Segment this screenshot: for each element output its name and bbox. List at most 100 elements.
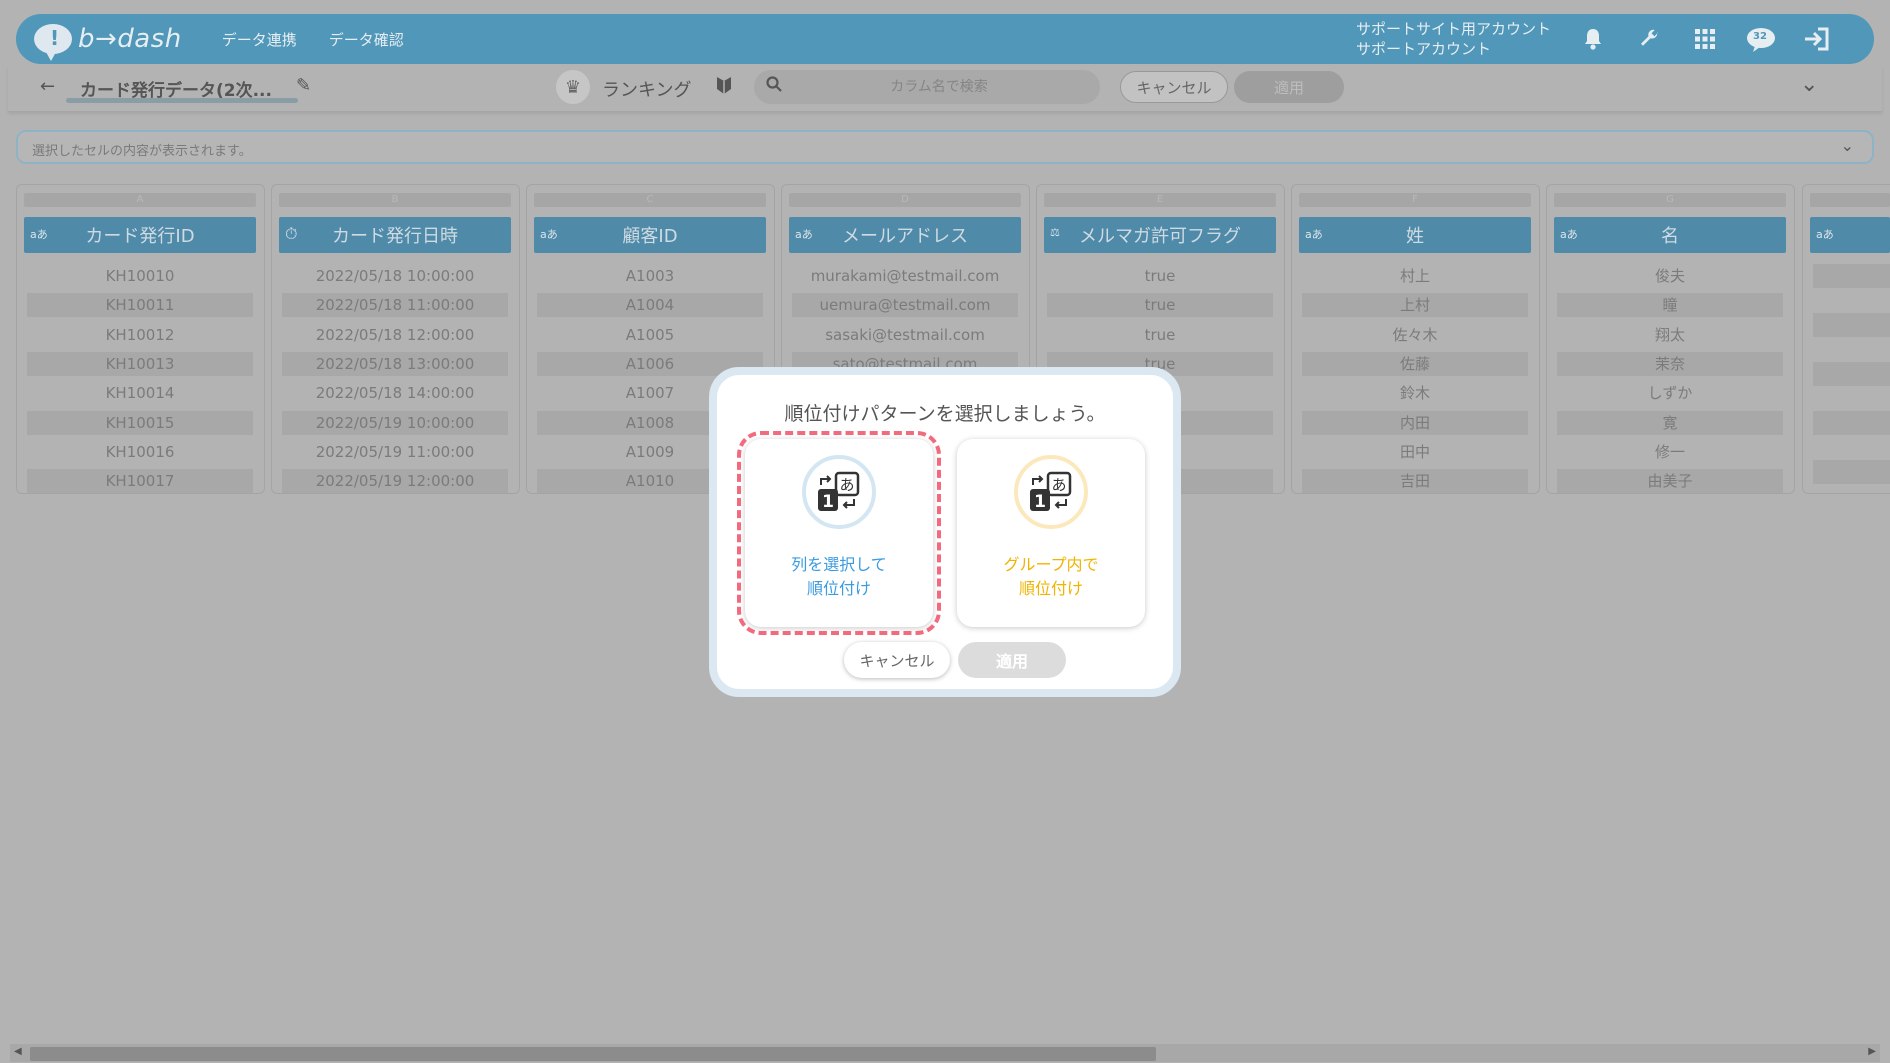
option-rank-within-group[interactable]: あ 1 グループ内で 順位付け	[957, 439, 1145, 627]
rank-sort-icon: あ 1	[1014, 455, 1088, 529]
column-letter[interactable]: G	[1554, 193, 1786, 207]
column-header[interactable]: aあ 顧客ID	[534, 217, 766, 253]
table-cell[interactable]: KH10015	[27, 411, 253, 435]
chat-icon[interactable]: 32	[1744, 25, 1778, 53]
column-letter[interactable]: C	[534, 193, 766, 207]
option-label-line1: グループ内で	[1003, 555, 1099, 574]
table-cell[interactable]: KH10016	[27, 440, 253, 464]
grid-apps-icon[interactable]	[1690, 25, 1720, 53]
table-cell[interactable]: A1005	[537, 323, 763, 347]
table-cell[interactable]: 由美子	[1557, 469, 1783, 493]
column-search[interactable]	[754, 70, 1100, 104]
table-cell[interactable]: 上村	[1302, 293, 1528, 317]
table-cell[interactable]: 村上	[1302, 264, 1528, 288]
pencil-edit-icon[interactable]: ✎	[296, 75, 311, 96]
nav-data-integration[interactable]: データ連携	[222, 29, 297, 50]
title-underline	[66, 98, 298, 103]
horizontal-scrollbar[interactable]: ◀ ▶	[10, 1044, 1880, 1062]
table-cell[interactable]: 2022/05/19 10:00:00	[282, 411, 508, 435]
search-icon	[766, 76, 782, 97]
logout-icon[interactable]	[1802, 25, 1832, 53]
table-cell[interactable]: 田中	[1302, 440, 1528, 464]
table-cell[interactable]: しずか	[1557, 381, 1783, 405]
table-cell[interactable]: A1004	[537, 293, 763, 317]
column-letter[interactable]: A	[24, 193, 256, 207]
scrollbar-thumb[interactable]	[30, 1047, 1156, 1061]
search-input[interactable]	[794, 74, 1084, 100]
table-cell[interactable]	[1813, 362, 1890, 386]
modal-cancel-button[interactable]: キャンセル	[844, 642, 950, 678]
table-cell[interactable]: 鈴木	[1302, 381, 1528, 405]
ranking-pattern-modal: 順位付けパターンを選択しましょう。 あ 1 列を選択して 順位付け あ 1 グル…	[709, 367, 1181, 697]
table-cell[interactable]: true	[1047, 264, 1273, 288]
nav-data-check[interactable]: データ確認	[329, 29, 404, 50]
table-cell[interactable]: murakami@testmail.com	[792, 264, 1018, 288]
column-header[interactable]: aあ 名	[1554, 217, 1786, 253]
table-cell[interactable]: KH10013	[27, 352, 253, 376]
text-type-icon: aあ	[795, 228, 813, 241]
table-cell[interactable]: 2022/05/18 10:00:00	[282, 264, 508, 288]
option-label-line2: 順位付け	[806, 579, 871, 598]
column-header[interactable]: aあ 姓	[1299, 217, 1531, 253]
column-header[interactable]: aあ	[1810, 217, 1890, 253]
svg-text:あ: あ	[839, 476, 854, 494]
toolbar-cancel-button[interactable]: キャンセル	[1120, 71, 1228, 103]
table-cell[interactable]	[1813, 411, 1890, 435]
table-cell[interactable]: 修一	[1557, 440, 1783, 464]
scroll-right-icon[interactable]: ▶	[1868, 1046, 1876, 1057]
scroll-left-icon[interactable]: ◀	[14, 1046, 22, 1057]
table-cell[interactable]: true	[1047, 323, 1273, 347]
logo[interactable]: ! b→dash	[34, 24, 182, 61]
account-info[interactable]: サポートサイト用アカウント サポートアカウント	[1356, 19, 1551, 59]
column-letter[interactable]: E	[1044, 193, 1276, 207]
table-cell[interactable]: true	[1047, 293, 1273, 317]
table-cell[interactable]: 佐藤	[1302, 352, 1528, 376]
table-cell[interactable]: 寛	[1557, 411, 1783, 435]
table-cell[interactable]	[1813, 313, 1890, 337]
column-letter[interactable]: B	[279, 193, 511, 207]
table-cell[interactable]: 2022/05/18 11:00:00	[282, 293, 508, 317]
table-cell[interactable]: 2022/05/18 12:00:00	[282, 323, 508, 347]
table-cell[interactable]: 内田	[1302, 411, 1528, 435]
table-cell[interactable]: 2022/05/19 11:00:00	[282, 440, 508, 464]
column-b: B ⏱ カード発行日時 2022/05/18 10:00:00 2022/05/18 1…	[271, 184, 520, 494]
table-cell[interactable]: 茉奈	[1557, 352, 1783, 376]
toolbar-apply-button[interactable]: 適用	[1234, 71, 1344, 103]
table-cell[interactable]: sasaki@testmail.com	[792, 323, 1018, 347]
table-cell[interactable]: KH10017	[27, 469, 253, 493]
table-cell[interactable]: 2022/05/18 14:00:00	[282, 381, 508, 405]
table-cell[interactable]: 吉田	[1302, 469, 1528, 493]
table-cell[interactable]: KH10011	[27, 293, 253, 317]
column-header[interactable]: ⏱ カード発行日時	[279, 217, 511, 253]
cell-content-bar[interactable]: 選択したセルの内容が表示されます。 ⌄	[16, 130, 1874, 164]
bell-icon[interactable]	[1578, 25, 1608, 53]
table-cell[interactable]: 佐々木	[1302, 323, 1528, 347]
option-rank-by-column[interactable]: あ 1 列を選択して 順位付け	[737, 431, 941, 635]
wrench-icon[interactable]	[1634, 25, 1664, 53]
beginner-mark-icon[interactable]	[716, 75, 732, 100]
table-cell[interactable]: uemura@testmail.com	[792, 293, 1018, 317]
table-cell[interactable]: 俊夫	[1557, 264, 1783, 288]
text-type-icon: aあ	[1560, 228, 1578, 241]
table-cell[interactable]: 2022/05/19 12:00:00	[282, 469, 508, 493]
back-arrow-icon[interactable]: ←	[40, 76, 55, 97]
column-header[interactable]: ⚖ メルマガ許可フラグ	[1044, 217, 1276, 253]
table-cell[interactable]: KH10012	[27, 323, 253, 347]
table-cell[interactable]	[1813, 264, 1890, 288]
table-cell[interactable]: 瞳	[1557, 293, 1783, 317]
table-cell[interactable]: KH10014	[27, 381, 253, 405]
column-letter[interactable]: D	[789, 193, 1021, 207]
column-header[interactable]: aあ メールアドレス	[789, 217, 1021, 253]
column-letter[interactable]: F	[1299, 193, 1531, 207]
text-type-icon: aあ	[1816, 228, 1834, 241]
modal-apply-button[interactable]: 適用	[958, 642, 1066, 678]
logo-text: b→dash	[78, 24, 182, 54]
column-header[interactable]: aあ カード発行ID	[24, 217, 256, 253]
table-cell[interactable]: 2022/05/18 13:00:00	[282, 352, 508, 376]
expand-chevron-icon[interactable]: ⌄	[1841, 136, 1854, 155]
table-cell[interactable]: A1003	[537, 264, 763, 288]
table-cell[interactable]: 翔太	[1557, 323, 1783, 347]
chevron-down-icon[interactable]: ⌄	[1800, 72, 1818, 97]
table-cell[interactable]: KH10010	[27, 264, 253, 288]
table-cell[interactable]	[1813, 460, 1890, 484]
